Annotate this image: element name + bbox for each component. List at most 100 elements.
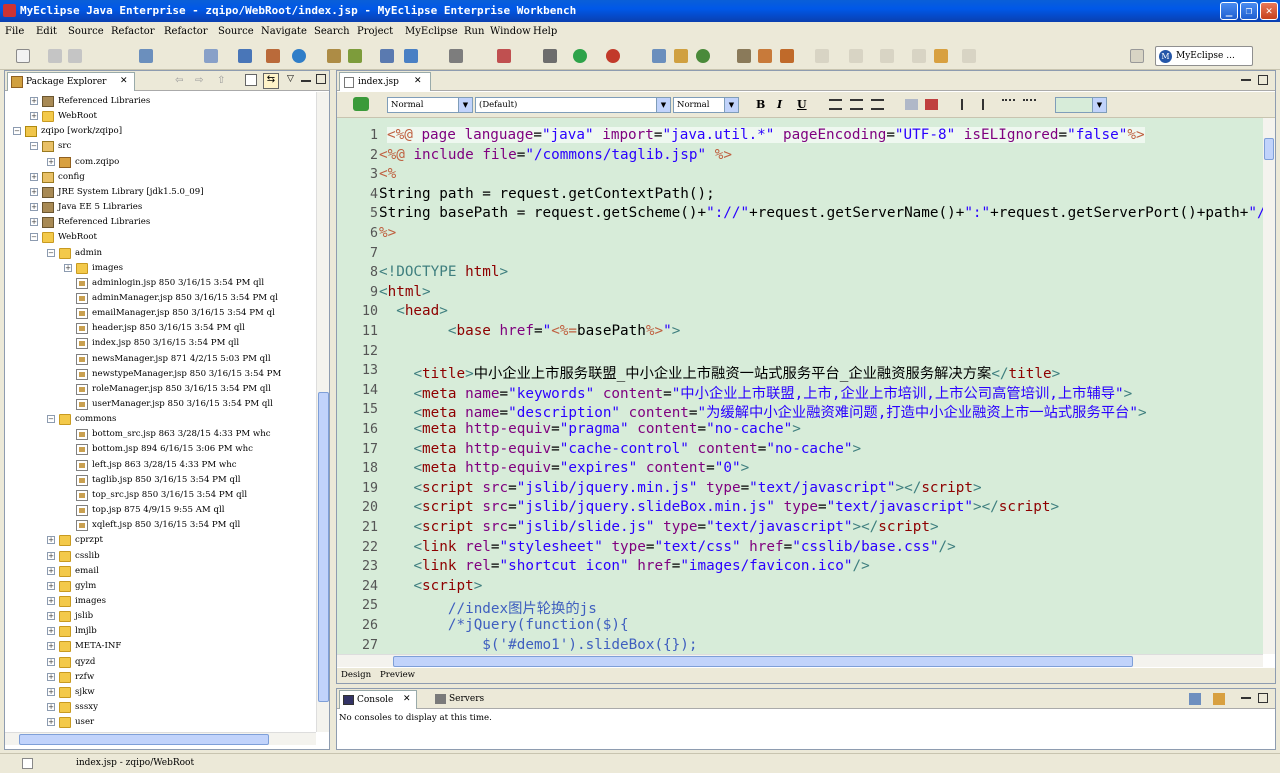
close-tab-icon[interactable]: ✕: [120, 76, 128, 86]
expand-icon[interactable]: +: [47, 642, 55, 651]
tab-index-jsp[interactable]: index.jsp ✕: [339, 72, 431, 91]
maximize-editor-icon[interactable]: [1258, 75, 1268, 85]
minimize-button[interactable]: _: [1220, 2, 1238, 20]
new-class-icon[interactable]: [652, 49, 666, 63]
refresh-icon[interactable]: [696, 49, 710, 63]
tab-design[interactable]: Design: [341, 670, 371, 680]
maximize-button[interactable]: ❐: [1240, 2, 1258, 20]
expand-icon[interactable]: +: [47, 627, 55, 636]
outdent-icon[interactable]: [961, 99, 974, 110]
expand-icon[interactable]: +: [30, 203, 38, 212]
align-right-icon[interactable]: [871, 99, 884, 110]
open-perspective-icon[interactable]: [1130, 49, 1144, 63]
collapse-all-icon[interactable]: [245, 74, 257, 86]
collapse-icon[interactable]: −: [30, 233, 38, 242]
collapse-icon[interactable]: −: [30, 142, 38, 151]
align-left-icon[interactable]: [829, 99, 842, 110]
up-nav-icon[interactable]: ⇧: [217, 75, 225, 86]
expand-icon[interactable]: +: [47, 657, 55, 666]
italic-button[interactable]: I: [777, 98, 782, 111]
bold-button[interactable]: B: [756, 98, 765, 111]
expand-icon[interactable]: +: [47, 596, 55, 605]
back-icon[interactable]: [934, 49, 948, 63]
paragraph-format-select[interactable]: Normal ▼: [387, 97, 473, 113]
menu-file[interactable]: File: [5, 26, 24, 37]
server-icon[interactable]: [139, 49, 153, 63]
minimize-view-icon[interactable]: [301, 79, 311, 82]
text-color-icon[interactable]: [905, 99, 918, 110]
highlight-icon[interactable]: [925, 99, 938, 110]
menu-run[interactable]: Run: [464, 26, 484, 37]
menu-window[interactable]: Window: [490, 26, 531, 37]
editor-horizontal-scrollbar[interactable]: [337, 654, 1263, 667]
run-server-icon[interactable]: [266, 49, 280, 63]
background-color-select[interactable]: ▼: [1055, 97, 1107, 113]
bullet-list-icon[interactable]: [1023, 99, 1036, 110]
font-select[interactable]: (Default) ▼: [475, 97, 671, 113]
open-file-icon[interactable]: [737, 49, 751, 63]
sync-icon[interactable]: [353, 97, 369, 111]
expand-icon[interactable]: +: [47, 703, 55, 711]
wand-icon[interactable]: [758, 49, 772, 63]
run-icon[interactable]: [573, 49, 587, 63]
menu-source[interactable]: Source: [68, 26, 104, 37]
menu-myeclipse[interactable]: MyEclipse: [405, 26, 458, 37]
tab-console[interactable]: Console ✕: [339, 690, 417, 709]
collapse-icon[interactable]: −: [13, 127, 21, 136]
browser-icon[interactable]: [292, 49, 306, 63]
expand-icon[interactable]: +: [47, 536, 55, 545]
edit-icon[interactable]: [815, 49, 829, 63]
deploy-icon[interactable]: [238, 49, 252, 63]
expand-icon[interactable]: +: [47, 687, 55, 696]
menu-edit[interactable]: Edit: [36, 26, 57, 37]
indent-icon[interactable]: [982, 99, 995, 110]
expand-icon[interactable]: +: [64, 263, 72, 272]
expand-icon[interactable]: +: [47, 566, 55, 575]
menu-source-2[interactable]: Source: [218, 26, 254, 37]
search-icon[interactable]: [204, 49, 218, 63]
fast-view-icon[interactable]: [22, 758, 33, 769]
expand-icon[interactable]: +: [30, 187, 38, 196]
font-size-select[interactable]: Normal ▼: [673, 97, 739, 113]
code-area[interactable]: 1 2 3 4 5 6 7 8 9 10 11 12 13 14 15 16 17 18 19 20 21 22 23 24 2…: [337, 118, 1263, 654]
collapse-icon[interactable]: −: [47, 248, 55, 257]
open-console-icon[interactable]: [1213, 693, 1225, 705]
tree-vertical-scrollbar[interactable]: [316, 92, 329, 732]
next-annotation-icon[interactable]: [849, 49, 863, 63]
display-console-icon[interactable]: [1189, 693, 1201, 705]
collapse-icon[interactable]: −: [47, 415, 55, 424]
numbered-list-icon[interactable]: [1002, 99, 1015, 110]
tree-horizontal-scrollbar[interactable]: [5, 732, 316, 745]
expand-icon[interactable]: +: [47, 718, 55, 727]
last-edit-icon[interactable]: [912, 49, 926, 63]
myeclipse-tool-icon[interactable]: [380, 49, 394, 63]
perspective-switcher[interactable]: M MyEclipse ...: [1155, 46, 1253, 66]
back-nav-icon[interactable]: ⇦: [175, 75, 183, 86]
close-editor-icon[interactable]: ✕: [414, 76, 422, 86]
close-button[interactable]: ✕: [1260, 2, 1278, 20]
expand-icon[interactable]: +: [47, 157, 55, 166]
expand-icon[interactable]: +: [30, 97, 38, 105]
external-tools-icon[interactable]: [606, 49, 620, 63]
tab-preview[interactable]: Preview: [380, 670, 415, 680]
menu-help[interactable]: Help: [533, 26, 557, 37]
expand-icon[interactable]: +: [47, 612, 55, 621]
expand-icon[interactable]: +: [30, 172, 38, 181]
maximize-console-icon[interactable]: [1258, 693, 1268, 703]
menu-refactor-2[interactable]: Refactor: [164, 26, 208, 37]
menu-refactor[interactable]: Refactor: [111, 26, 155, 37]
tool-icon[interactable]: [497, 49, 511, 63]
minimize-editor-icon[interactable]: [1241, 79, 1251, 81]
editor-vertical-scrollbar[interactable]: [1263, 118, 1275, 654]
expand-icon[interactable]: +: [47, 672, 55, 681]
tab-servers[interactable]: Servers: [449, 694, 484, 704]
view-menu-icon[interactable]: ▽: [287, 74, 294, 84]
prev-annotation-icon[interactable]: [880, 49, 894, 63]
link-editor-icon[interactable]: ⇆: [263, 73, 279, 89]
debug-icon[interactable]: [543, 49, 557, 63]
expand-icon[interactable]: +: [47, 551, 55, 560]
open-type-icon[interactable]: [327, 49, 341, 63]
open-folder-icon[interactable]: [674, 49, 688, 63]
menu-search[interactable]: Search: [314, 26, 350, 37]
forward-nav-icon[interactable]: ⇨: [195, 75, 203, 86]
